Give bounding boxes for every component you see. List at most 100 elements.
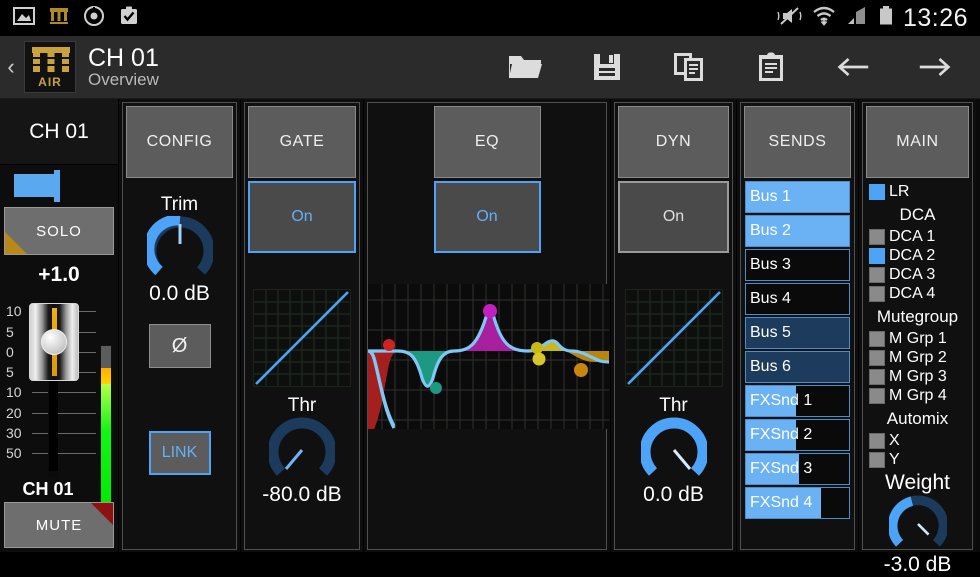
status-bar: 13:26: [0, 0, 980, 36]
mutegroup-checkbox[interactable]: [869, 330, 885, 347]
send-label: FXSnd 1: [750, 392, 813, 409]
gate-header-button[interactable]: GATE: [248, 106, 356, 178]
mutegroup-label: M Grp 1: [889, 329, 947, 347]
mutegroup-row[interactable]: M Grp 4: [863, 386, 972, 405]
mutegroup-checkbox[interactable]: [869, 368, 885, 385]
fader-tick-label: 20: [6, 405, 22, 421]
automix-row[interactable]: Y: [863, 450, 972, 469]
mutegroup-header: Mutegroup: [876, 307, 959, 326]
dca-row[interactable]: DCA 1: [863, 227, 972, 246]
trim-knob[interactable]: [146, 216, 213, 282]
phase-invert-label: Ø: [171, 334, 188, 357]
fader-stem: [49, 381, 58, 471]
copy-icon[interactable]: [672, 50, 706, 84]
send-button[interactable]: FXSnd 3: [745, 453, 850, 485]
channel-color-bar[interactable]: [14, 170, 60, 202]
send-label: FXSnd 3: [750, 460, 813, 477]
config-header-button[interactable]: CONFIG: [126, 106, 233, 178]
eq-curve-graph[interactable]: [367, 284, 610, 434]
dyn-curve-graph: [624, 289, 723, 387]
dyn-thr-value: 0.0 dB: [643, 483, 704, 506]
solo-indicator-corner: [5, 232, 27, 254]
main-lr-row[interactable]: LR: [863, 182, 972, 201]
open-folder-icon[interactable]: [508, 50, 542, 84]
mutegroup-row[interactable]: M Grp 2: [863, 348, 972, 367]
phase-invert-button[interactable]: Ø: [148, 324, 211, 368]
fader-tick-label: 5: [6, 364, 14, 380]
dyn-thr-knob[interactable]: [640, 417, 707, 483]
mutegroup-row[interactable]: M Grp 1: [863, 329, 972, 348]
wifi-icon: [812, 5, 836, 32]
send-button[interactable]: Bus 1: [745, 181, 850, 213]
channel-overview-board: CH 01 SOLO +1.0 10 5 0 5 10 20 30 50 CH …: [0, 99, 980, 576]
send-label: Bus 5: [750, 324, 791, 341]
title-bar: ‹ AIR CH 01 Overview: [0, 36, 980, 99]
eq-panel: EQ On: [367, 102, 610, 550]
eq-curve-svg: [367, 284, 610, 429]
sends-panel: SENDS Bus 1 Bus 2 Bus 3 Bus 4 Bus 5 Bus 6 FXSn…: [740, 102, 855, 550]
dca-checkbox[interactable]: [869, 228, 885, 245]
automix-row[interactable]: X: [863, 431, 972, 450]
mutegroup-label: M Grp 2: [889, 348, 947, 366]
eq-header-button[interactable]: EQ: [433, 106, 541, 178]
fader-tick-label: 10: [6, 303, 22, 319]
mutegroup-checkbox[interactable]: [869, 387, 885, 404]
mute-button[interactable]: MUTE: [4, 502, 114, 548]
eq-on-button[interactable]: On: [433, 181, 541, 253]
automix-checkbox[interactable]: [869, 451, 885, 468]
send-button[interactable]: Bus 3: [745, 249, 850, 281]
mutegroup-row[interactable]: M Grp 3: [863, 367, 972, 386]
main-panel: MAIN LR DCA DCA 1 DCA 2 DCA 3 DCA 4 Mutegro…: [862, 102, 973, 576]
weight-knob[interactable]: [888, 495, 947, 553]
gate-thr-value: -80.0 dB: [262, 483, 342, 506]
fader-handle[interactable]: [29, 303, 79, 381]
mutegroup-label: M Grp 4: [889, 386, 947, 404]
send-button[interactable]: Bus 4: [745, 283, 850, 315]
weight-label: Weight: [885, 471, 950, 494]
arrow-left-icon[interactable]: [836, 50, 870, 84]
weight-value: -3.0 dB: [883, 553, 952, 576]
eq-band-handle-high: [574, 363, 588, 377]
send-button[interactable]: FXSnd 4: [745, 487, 850, 519]
send-button[interactable]: Bus 5: [745, 317, 850, 349]
link-button[interactable]: LINK: [148, 431, 211, 475]
dca-list: DCA 1 DCA 2 DCA 3 DCA 4: [863, 227, 972, 303]
gate-thr-label: Thr: [287, 395, 317, 416]
dca-checkbox[interactable]: [869, 266, 885, 283]
dyn-header-button[interactable]: DYN: [618, 106, 729, 178]
mute-indicator-corner: [91, 503, 113, 525]
sends-header-button[interactable]: SENDS: [744, 106, 851, 178]
mair-logo-glyph: [32, 47, 70, 72]
gate-thr-knob[interactable]: [269, 417, 335, 483]
clock-icon: [83, 5, 105, 32]
dca-row[interactable]: DCA 4: [863, 284, 972, 303]
paste-clipboard-icon[interactable]: [754, 50, 788, 84]
config-column: CONFIG Trim 0.0 dB Ø LINK: [118, 99, 240, 552]
automix-checkbox[interactable]: [869, 432, 885, 449]
dca-checkbox[interactable]: [869, 285, 885, 302]
arrow-right-icon[interactable]: [918, 50, 952, 84]
send-button[interactable]: FXSnd 2: [745, 419, 850, 451]
solo-button[interactable]: SOLO: [4, 207, 114, 255]
dyn-on-button[interactable]: On: [618, 181, 729, 253]
dca-row[interactable]: DCA 2: [863, 246, 972, 265]
trim-label: Trim: [160, 194, 199, 215]
save-floppy-icon[interactable]: [590, 50, 624, 84]
channel-color-bar-wrap: [0, 165, 118, 207]
send-button[interactable]: FXSnd 1: [745, 385, 850, 417]
dyn-thr-label: Thr: [659, 395, 688, 416]
send-button[interactable]: Bus 2: [745, 215, 850, 247]
gate-on-button[interactable]: On: [248, 181, 356, 253]
dca-row[interactable]: DCA 3: [863, 265, 972, 284]
mutegroup-checkbox[interactable]: [869, 349, 885, 366]
gate-panel: GATE On Thr -80.0 dB: [244, 102, 360, 550]
dca-checkbox[interactable]: [869, 247, 885, 264]
mair-logo: AIR: [24, 41, 76, 93]
send-button[interactable]: Bus 6: [745, 351, 850, 383]
channel-name-top[interactable]: CH 01: [0, 99, 118, 165]
main-header-button[interactable]: MAIN: [866, 106, 969, 178]
trim-control: Trim 0.0 dB: [123, 194, 236, 306]
back-chevron-icon[interactable]: ‹: [0, 54, 22, 80]
lr-checkbox[interactable]: [869, 183, 885, 200]
fader-tick-label: 5: [6, 324, 14, 340]
